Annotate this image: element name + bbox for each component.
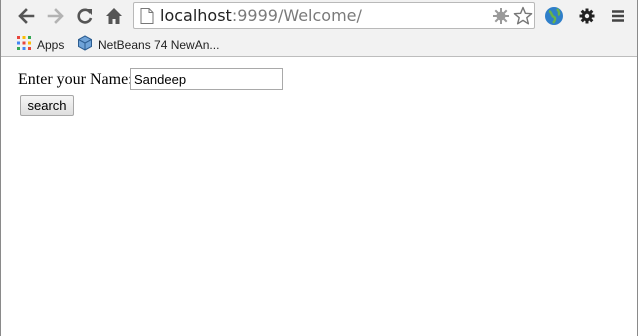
url-path: :9999/Welcome/ xyxy=(231,6,362,25)
star-icon[interactable] xyxy=(513,6,533,31)
bookmarks-bar: Apps NetBeans 74 NewAn... xyxy=(1,33,637,57)
globe-icon[interactable] xyxy=(543,5,565,27)
menu-icon[interactable] xyxy=(607,5,629,27)
name-label: Enter your Name: xyxy=(18,71,133,88)
bookmark-apps[interactable]: Apps xyxy=(17,36,64,53)
apps-grid-icon xyxy=(17,36,31,53)
page-content: Enter your Name: search xyxy=(9,57,637,336)
address-bar[interactable]: localhost:9999/Welcome/ xyxy=(133,2,535,29)
page-icon xyxy=(140,8,154,29)
bookmark-apps-label: Apps xyxy=(37,37,65,52)
search-button[interactable]: search xyxy=(20,95,74,116)
name-input[interactable] xyxy=(130,68,283,90)
netbeans-cube-icon xyxy=(77,35,93,54)
reload-icon[interactable] xyxy=(74,5,96,27)
browser-window: localhost:9999/Welcome/ Apps NetBeans 74… xyxy=(0,0,638,336)
home-icon[interactable] xyxy=(103,5,125,27)
extension-icon[interactable] xyxy=(492,7,510,30)
browser-toolbar: localhost:9999/Welcome/ xyxy=(1,0,637,33)
back-arrow-icon[interactable] xyxy=(15,5,37,27)
settings-gear-icon[interactable] xyxy=(576,5,598,27)
forward-arrow-icon[interactable] xyxy=(45,5,67,27)
bookmark-netbeans[interactable]: NetBeans 74 NewAn... xyxy=(77,35,220,54)
address-bar-url: localhost:9999/Welcome/ xyxy=(160,6,362,26)
bookmark-netbeans-label: NetBeans 74 NewAn... xyxy=(98,37,220,52)
url-host: localhost xyxy=(160,6,232,25)
